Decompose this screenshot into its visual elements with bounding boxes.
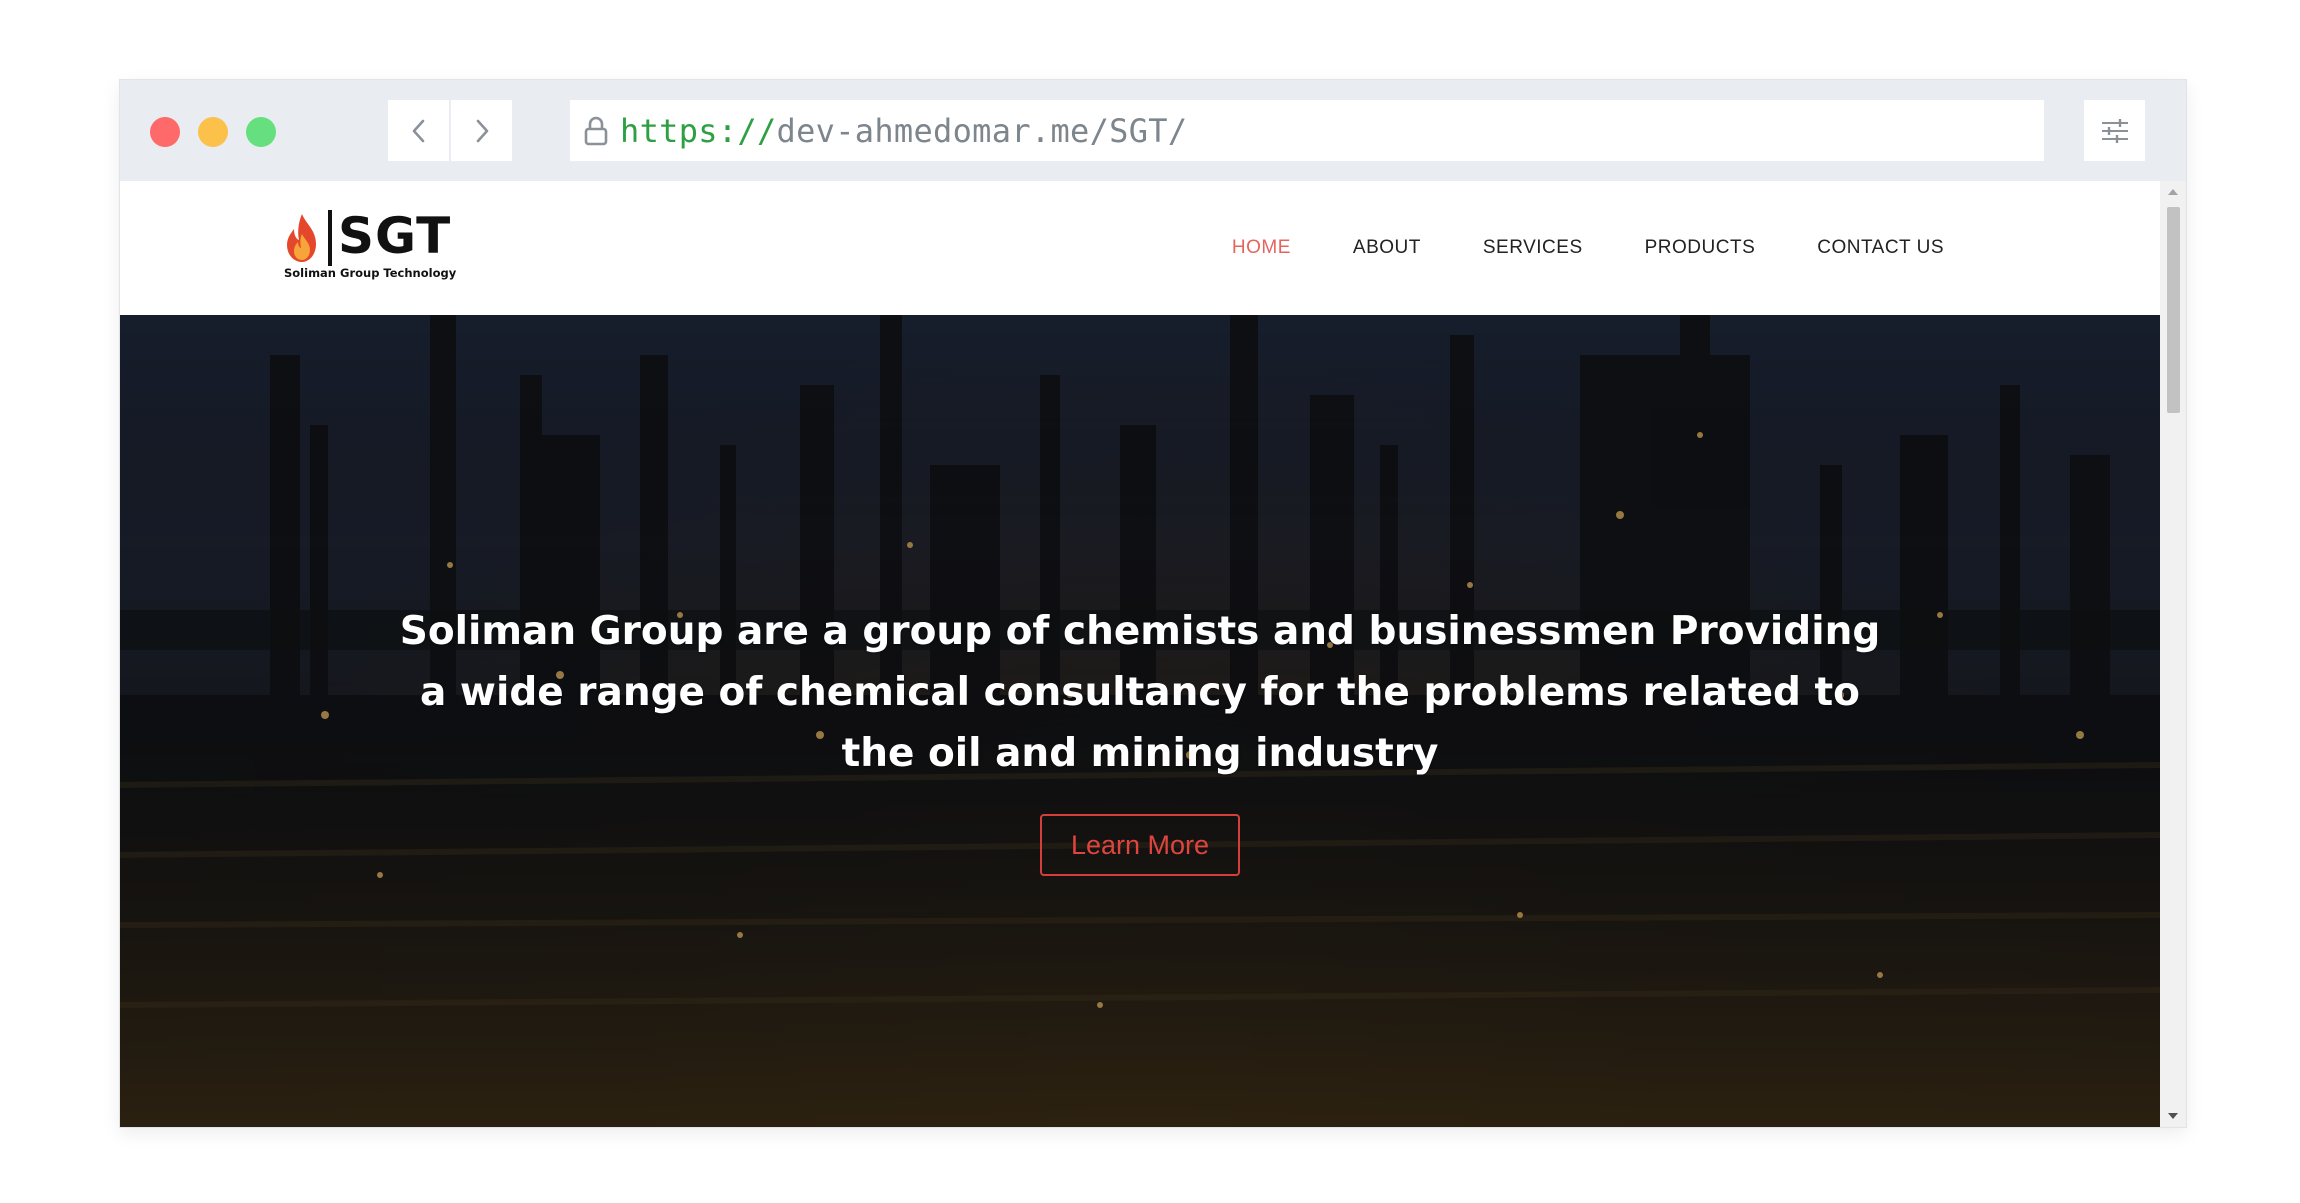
back-button[interactable] xyxy=(388,100,449,161)
logo-divider xyxy=(328,210,332,266)
flame-icon xyxy=(287,214,316,262)
url-scheme: https:// xyxy=(620,111,777,150)
page-viewport: SGT Soliman Group Technology HOME ABOUT … xyxy=(120,181,2186,1127)
url-text: https://dev-ahmedomar.me/SGT/ xyxy=(620,112,1187,150)
close-window-button[interactable] xyxy=(150,117,180,147)
nav-products[interactable]: PRODUCTS xyxy=(1645,237,1756,259)
site-header: SGT Soliman Group Technology HOME ABOUT … xyxy=(120,181,2160,315)
forward-button[interactable] xyxy=(451,100,512,161)
triangle-down-icon xyxy=(2168,1113,2178,1119)
browser-toolbar: https://dev-ahmedomar.me/SGT/ xyxy=(120,80,2186,181)
site-logo[interactable]: SGT Soliman Group Technology xyxy=(282,207,456,280)
chevron-left-icon xyxy=(412,119,424,142)
nav-about[interactable]: ABOUT xyxy=(1353,237,1421,259)
hero-content: Soliman Group are a group of chemists an… xyxy=(120,315,2160,1127)
browser-menu-button[interactable] xyxy=(2084,100,2145,161)
learn-more-button[interactable]: Learn More xyxy=(1040,814,1240,876)
scroll-up-arrow[interactable] xyxy=(2160,183,2186,201)
sliders-icon xyxy=(2101,118,2128,143)
lock-icon xyxy=(582,115,610,147)
minimize-window-button[interactable] xyxy=(198,117,228,147)
logo-tagline: Soliman Group Technology xyxy=(284,266,457,280)
hero-section: Soliman Group are a group of chemists an… xyxy=(120,315,2160,1127)
nav-home[interactable]: HOME xyxy=(1232,237,1291,259)
url-host: dev-ahmedomar.me/SGT/ xyxy=(776,111,1188,150)
nav-contact-us[interactable]: CONTACT US xyxy=(1817,237,1944,259)
address-bar[interactable]: https://dev-ahmedomar.me/SGT/ xyxy=(570,100,2044,161)
scroll-down-arrow[interactable] xyxy=(2160,1107,2186,1125)
browser-window: https://dev-ahmedomar.me/SGT/ SGT Solima… xyxy=(120,80,2186,1127)
scroll-thumb[interactable] xyxy=(2167,207,2180,413)
chevron-right-icon xyxy=(476,119,488,142)
hero-headline: Soliman Group are a group of chemists an… xyxy=(399,609,1881,776)
main-nav: HOME ABOUT SERVICES PRODUCTS CONTACT US xyxy=(1232,181,1944,315)
maximize-window-button[interactable] xyxy=(246,117,276,147)
page-scrollbar[interactable] xyxy=(2160,181,2186,1127)
nav-services[interactable]: SERVICES xyxy=(1483,237,1583,259)
logo-text: SGT xyxy=(338,207,452,265)
triangle-up-icon xyxy=(2168,189,2178,195)
